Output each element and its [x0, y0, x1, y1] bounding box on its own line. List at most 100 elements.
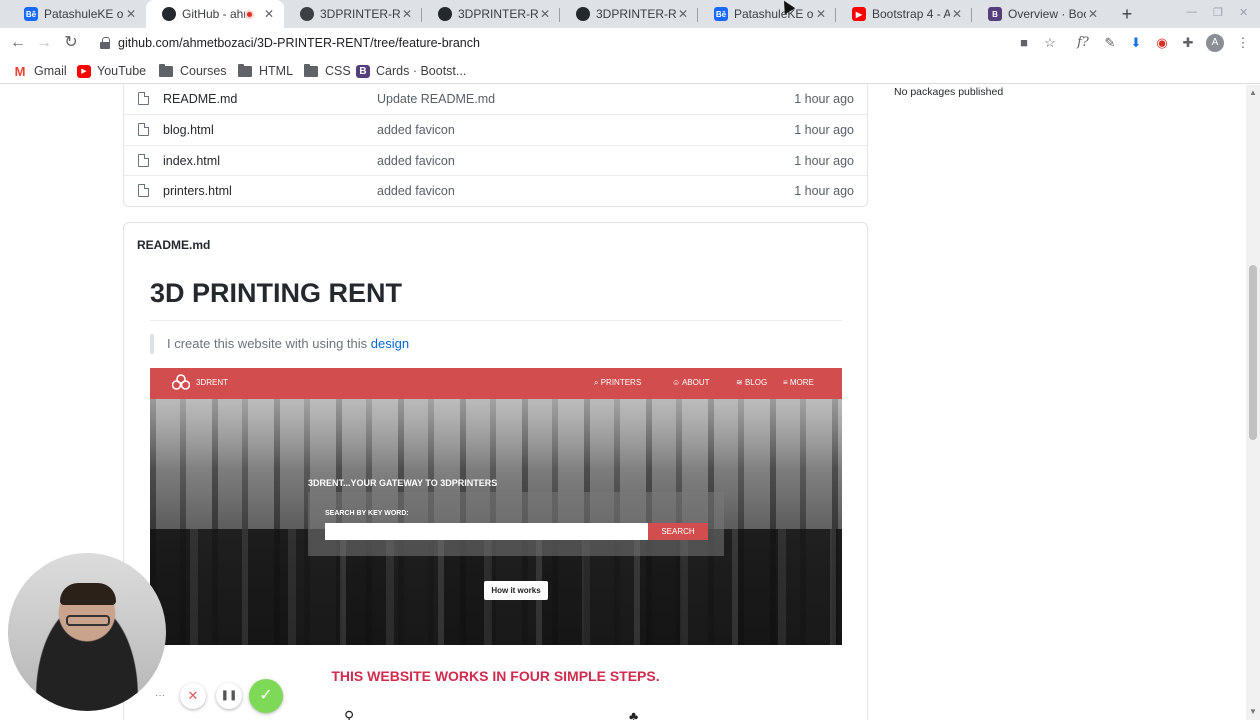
minimize-icon[interactable]: — — [1186, 6, 1197, 18]
bookmark-star-icon[interactable]: ☆ — [1041, 34, 1059, 52]
tab-6[interactable]: Bē PatashuleKE on ✕ — [698, 0, 836, 28]
bookmark-label: HTML — [259, 64, 294, 78]
close-icon[interactable]: ✕ — [1086, 7, 1100, 21]
file-icon — [138, 154, 149, 167]
bookmark-youtube[interactable]: ▶ YouTube — [77, 62, 146, 80]
download-extension-icon[interactable]: ⬇ — [1127, 34, 1145, 52]
file-icon — [138, 184, 149, 197]
new-tab-button[interactable]: + — [1117, 4, 1137, 24]
recorder-cancel-button[interactable]: ✕ — [180, 683, 206, 709]
design-tagline: 3DRENT...YOUR GATEWAY TO 3DPRINTERS — [308, 478, 498, 488]
close-icon[interactable]: ✕ — [950, 7, 964, 21]
profile-avatar[interactable]: A — [1206, 34, 1224, 52]
address-bar[interactable]: github.com/ahmetbozaci/3D-PRINTER-RENT/t… — [92, 30, 1072, 56]
bookmarks-bar: M Gmail ▶ YouTube Courses HTML CSS B Car… — [0, 58, 1260, 84]
3drent-logo-icon — [172, 374, 190, 390]
design-search-button: SEARCH — [648, 523, 708, 540]
tab-5[interactable]: 3DPRINTER-RENT ✕ — [560, 0, 698, 28]
bookmark-label: YouTube — [97, 64, 147, 78]
font-extension-icon[interactable]: f? — [1074, 34, 1092, 52]
forward-icon[interactable]: → — [34, 33, 54, 53]
commit-age: 1 hour ago — [794, 184, 854, 198]
lock-icon — [100, 37, 110, 49]
design-link[interactable]: design — [371, 336, 409, 351]
youtube-icon: ▶ — [852, 7, 866, 21]
file-name-link[interactable]: printers.html — [163, 184, 232, 198]
design-screenshot: 3DRENT ⌕ PRINTERS ☺ ABOUT ≋ BLOG ≡ MORE … — [150, 368, 842, 645]
bookmark-cards-bootstrap[interactable]: B Cards · Bootst... — [356, 62, 466, 80]
tab-8[interactable]: B Overview · Bootstrap ✕ — [972, 0, 1108, 28]
maximize-icon[interactable]: ❐ — [1213, 6, 1223, 19]
close-icon[interactable]: ✕ — [676, 7, 690, 21]
menu-kebab-icon[interactable]: ⋮ — [1234, 34, 1252, 52]
design-menu-more: ≡ MORE — [783, 378, 814, 387]
recorder-pause-button[interactable]: ❚❚ — [216, 683, 242, 709]
bookmark-courses[interactable]: Courses — [158, 62, 227, 80]
file-name-link[interactable]: index.html — [163, 154, 220, 168]
recorder-menu-button[interactable]: ··· — [147, 683, 173, 709]
github-icon — [162, 7, 176, 21]
close-icon[interactable]: ✕ — [262, 7, 276, 21]
bookmark-html[interactable]: HTML — [237, 62, 293, 80]
camera-icon[interactable]: ■ — [1015, 34, 1033, 52]
tab-title: Overview · Bootstrap — [1008, 7, 1086, 21]
recorder-finish-button[interactable]: ✓ — [249, 679, 283, 713]
recording-indicator-icon — [245, 9, 254, 19]
design-search-panel: SEARCH BY KEY WORD: SEARCH — [308, 492, 724, 556]
scrollbar-thumb[interactable] — [1249, 265, 1257, 440]
behance-icon: Bē — [714, 7, 728, 21]
file-row[interactable]: blog.html added favicon 1 hour ago — [124, 114, 867, 144]
close-icon[interactable]: ✕ — [538, 7, 552, 21]
tab-title: Bootstrap 4 - All — [872, 7, 950, 21]
picker-extension-icon[interactable]: ✎ — [1101, 34, 1119, 52]
file-list: README.md Update README.md 1 hour ago bl… — [123, 85, 868, 207]
tab-title: 3DPRINTER-RENT — [458, 7, 538, 21]
commit-message-link[interactable]: added favicon — [377, 123, 455, 137]
design-navbar: 3DRENT ⌕ PRINTERS ☺ ABOUT ≋ BLOG ≡ MORE — [150, 368, 842, 399]
file-name-link[interactable]: blog.html — [163, 123, 214, 137]
person-icon: ⚲ — [344, 708, 355, 720]
file-row[interactable]: index.html added favicon 1 hour ago — [124, 145, 867, 175]
page-scrollbar[interactable]: ▲ ▼ — [1246, 85, 1260, 720]
close-icon[interactable]: ✕ — [814, 7, 828, 21]
recorder-extension-icon[interactable]: ◉ — [1153, 34, 1171, 52]
scroll-up-icon[interactable]: ▲ — [1249, 88, 1257, 97]
tab-title: PatashuleKE on — [734, 7, 814, 21]
design-menu-printers: ⌕ PRINTERS — [594, 378, 642, 387]
folder-icon — [158, 63, 174, 78]
commit-message-link[interactable]: added favicon — [377, 184, 455, 198]
packages-note: No packages published — [894, 86, 1004, 98]
youtube-icon: ▶ — [77, 64, 91, 78]
tab-7[interactable]: ▶ Bootstrap 4 - All ✕ — [836, 0, 972, 28]
tab-4[interactable]: 3DPRINTER-RENT ✕ — [422, 0, 560, 28]
design-how-it-works-button: How it works — [484, 581, 548, 600]
readme-blockquote: I create this website with using this de… — [150, 334, 409, 354]
webcam-person-hair — [60, 583, 116, 605]
bookmark-css[interactable]: CSS — [303, 62, 351, 80]
printer-logo-icon: ♣ — [629, 708, 639, 720]
bookmark-label: Gmail — [34, 64, 67, 78]
tab-3[interactable]: 3DPRINTER-RENT ✕ — [284, 0, 422, 28]
extensions-puzzle-icon[interactable]: ✚ — [1179, 34, 1197, 52]
file-icon — [138, 123, 149, 136]
close-icon[interactable]: ✕ — [400, 7, 414, 21]
url-text: github.com/ahmetbozaci/3D-PRINTER-RENT/t… — [118, 36, 480, 50]
tab-title: 3DPRINTER-RENT — [596, 7, 676, 21]
reload-icon[interactable]: ↻ — [61, 33, 81, 53]
gmail-icon: M — [14, 63, 26, 79]
bootstrap-icon: B — [988, 7, 1002, 21]
scroll-down-icon[interactable]: ▼ — [1249, 707, 1257, 716]
commit-message-link[interactable]: Update README.md — [377, 92, 495, 106]
close-window-icon[interactable]: ✕ — [1239, 6, 1248, 19]
file-row[interactable]: README.md Update README.md 1 hour ago — [124, 85, 867, 114]
bookmark-gmail[interactable]: M Gmail — [12, 62, 67, 80]
tab-1[interactable]: Bē PatashuleKE on ✕ — [8, 0, 146, 28]
file-row[interactable]: printers.html added favicon 1 hour ago — [124, 175, 867, 205]
file-name-link[interactable]: README.md — [163, 92, 237, 106]
commit-age: 1 hour ago — [794, 92, 854, 106]
close-icon[interactable]: ✕ — [124, 7, 138, 21]
commit-message-link[interactable]: added favicon — [377, 154, 455, 168]
back-icon[interactable]: ← — [8, 33, 28, 53]
github-page: README.md Update README.md 1 hour ago bl… — [0, 85, 1246, 720]
tab-2[interactable]: GitHub - ahmetbozaci ✕ — [146, 0, 284, 28]
